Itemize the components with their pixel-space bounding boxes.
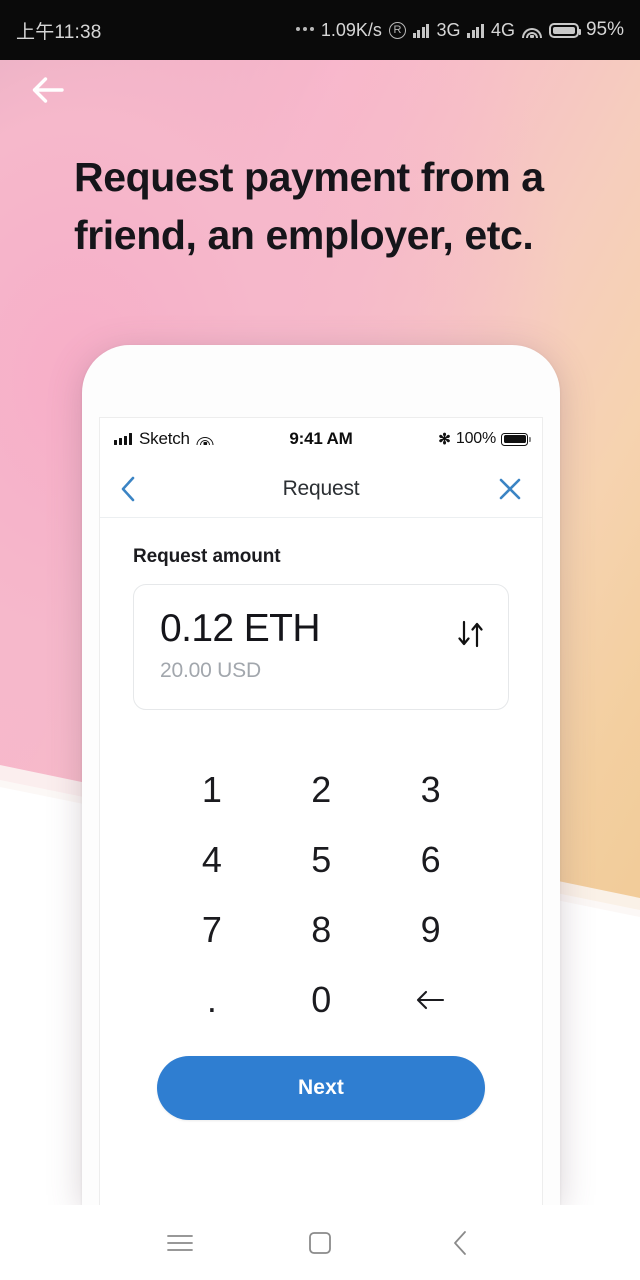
key-5[interactable]: 5 bbox=[266, 838, 375, 882]
back-arrow-icon[interactable] bbox=[26, 68, 70, 112]
key-4[interactable]: 4 bbox=[157, 838, 266, 882]
key-decimal[interactable]: . bbox=[157, 978, 266, 1022]
key-2[interactable]: 2 bbox=[266, 768, 375, 812]
system-clock: 上午11:38 bbox=[16, 21, 102, 43]
phone-screen: Sketch 9:41 AM ✻ 100% Request Request am… bbox=[99, 417, 543, 1205]
screen-content: Request amount 0.12 ETH 20.00 USD 1 2 3 bbox=[100, 518, 542, 1121]
numeric-keypad: 1 2 3 4 5 6 7 8 9 . 0 bbox=[133, 768, 509, 1022]
bluetooth-icon: ✻ bbox=[438, 431, 451, 448]
network-type-3g-label: 3G bbox=[436, 19, 461, 40]
amount-secondary-value: 20.00 USD bbox=[160, 659, 261, 683]
back-button[interactable] bbox=[433, 1216, 487, 1270]
nav-back-chevron-icon[interactable] bbox=[120, 475, 136, 503]
page-title: Request payment from a friend, an employ… bbox=[74, 154, 544, 259]
amount-primary-value: 0.12 ETH bbox=[160, 607, 321, 650]
network-type-4g-label: 4G bbox=[490, 19, 515, 40]
battery-icon bbox=[548, 22, 581, 38]
key-backspace[interactable] bbox=[376, 978, 485, 1022]
screen-title: Request bbox=[282, 476, 360, 500]
request-amount-label: Request amount bbox=[133, 546, 281, 567]
ios-status-bar: Sketch 9:41 AM ✻ 100% bbox=[100, 418, 542, 460]
battery-percent-label: 95% bbox=[585, 19, 624, 40]
swap-vertical-icon[interactable] bbox=[456, 608, 486, 648]
home-button[interactable] bbox=[293, 1216, 347, 1270]
recents-button[interactable] bbox=[153, 1216, 207, 1270]
close-icon[interactable] bbox=[498, 477, 522, 501]
key-7[interactable]: 7 bbox=[157, 908, 266, 952]
system-status-bar: 上午11:38 1.09K/s R 3G 4G 95% bbox=[0, 0, 640, 60]
key-3[interactable]: 3 bbox=[376, 768, 485, 812]
roaming-icon: R bbox=[388, 21, 406, 39]
amount-input-box[interactable]: 0.12 ETH 20.00 USD bbox=[133, 584, 509, 711]
system-status-icons: 1.09K/s R 3G 4G 95% bbox=[295, 19, 624, 41]
more-dots-icon bbox=[295, 26, 314, 34]
phone-mockup: Sketch 9:41 AM ✻ 100% Request Request am… bbox=[82, 345, 560, 1205]
key-0[interactable]: 0 bbox=[266, 978, 375, 1022]
wifi-icon bbox=[521, 23, 542, 38]
key-6[interactable]: 6 bbox=[376, 838, 485, 882]
network-speed-label: 1.09K/s bbox=[320, 19, 382, 40]
signal-bars-1-icon bbox=[412, 23, 430, 38]
ios-battery-percent-label: 100% bbox=[455, 430, 496, 447]
ios-battery-icon bbox=[501, 432, 531, 446]
app-navbar: Request bbox=[100, 460, 542, 518]
amount-values: 0.12 ETH 20.00 USD bbox=[160, 607, 456, 683]
key-8[interactable]: 8 bbox=[266, 908, 375, 952]
next-button[interactable]: Next bbox=[157, 1056, 485, 1121]
ios-status-right: ✻ 100% bbox=[438, 430, 531, 448]
key-1[interactable]: 1 bbox=[157, 768, 266, 812]
signal-bars-2-icon bbox=[467, 23, 484, 38]
android-navigation-bar bbox=[0, 1205, 640, 1280]
key-9[interactable]: 9 bbox=[376, 908, 485, 952]
